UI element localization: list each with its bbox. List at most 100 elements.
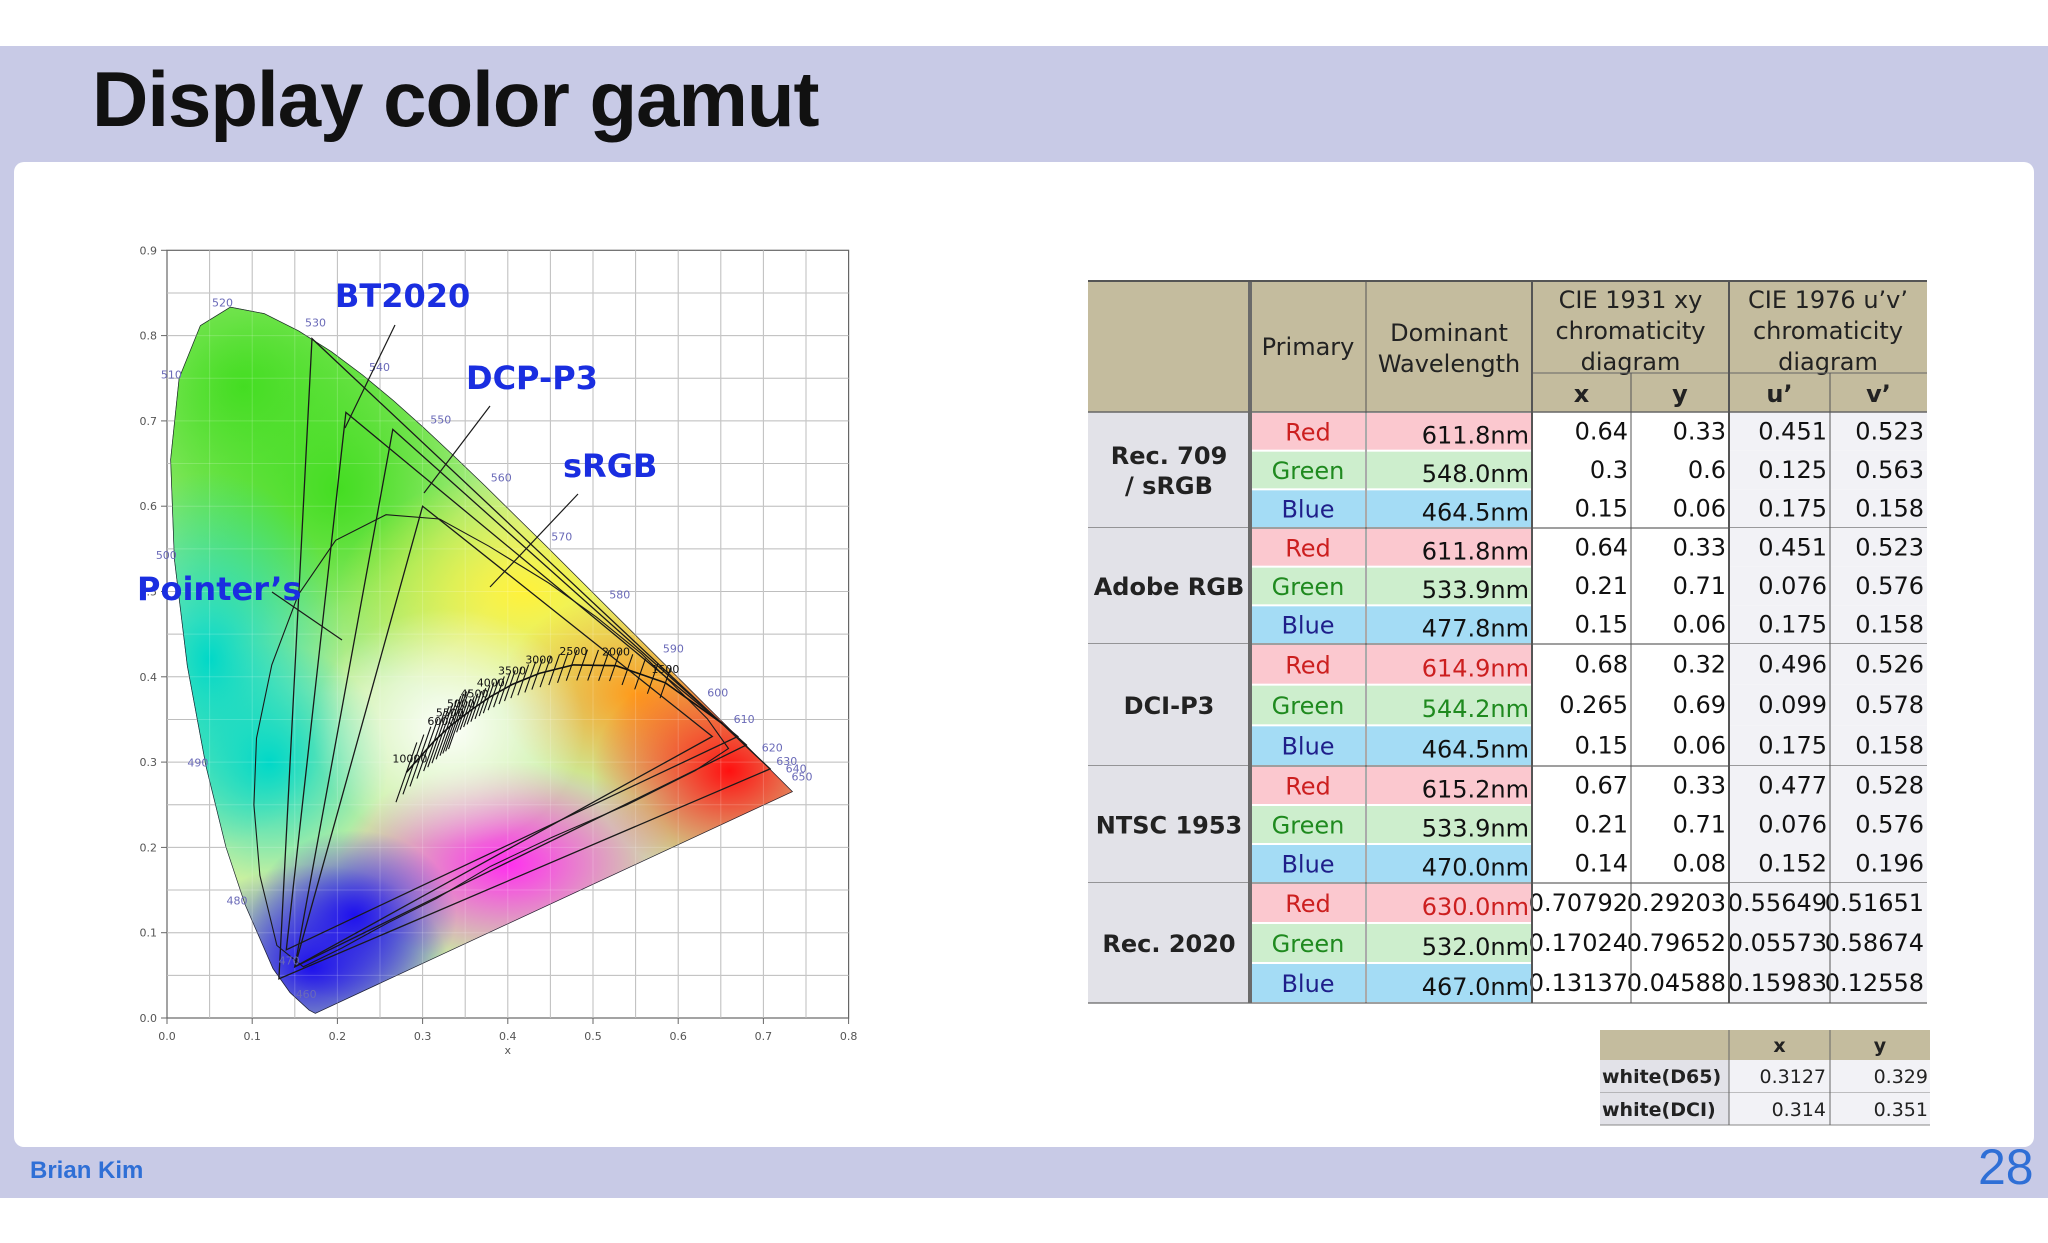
primary-label: Red	[1285, 534, 1331, 562]
cie-x: 0.70792	[1529, 889, 1628, 917]
cct-label: 3500	[498, 664, 526, 677]
cie-v: 0.576	[1855, 572, 1924, 600]
white-header-y: y	[1874, 1035, 1887, 1057]
cie-x: 0.17024	[1529, 929, 1628, 957]
y-tick-label: 0.8	[140, 330, 158, 343]
cct-label: 3000	[525, 653, 553, 666]
cie-y: 0.29203	[1627, 889, 1726, 917]
cie-v: 0.523	[1855, 417, 1924, 445]
x-tick-label: 0.4	[499, 1030, 517, 1043]
y-tick-label: 0.1	[140, 927, 158, 940]
header-cie1931: CIE 1931 xy	[1559, 286, 1703, 314]
cie-v: 0.526	[1855, 650, 1924, 678]
cie-v: 0.158	[1855, 495, 1924, 523]
cie-y: 0.06	[1673, 495, 1726, 523]
cie-u: 0.175	[1758, 495, 1827, 523]
cie-u: 0.451	[1758, 533, 1827, 561]
header-sub-x: x	[1574, 380, 1590, 408]
primary-label: Red	[1285, 773, 1331, 801]
primary-label: Green	[1272, 573, 1345, 601]
cie-v: 0.563	[1855, 456, 1924, 484]
x-tick-label: 0.0	[158, 1030, 176, 1043]
header-dominant: Wavelength	[1378, 350, 1520, 378]
dominant-wavelength: 533.9nm	[1422, 576, 1529, 604]
cie-y: 0.79652	[1627, 929, 1726, 957]
cie-u: 0.15983	[1728, 969, 1827, 997]
cie-y: 0.04588	[1627, 969, 1726, 997]
primary-label: Green	[1272, 457, 1345, 485]
cct-label: 4000	[477, 676, 505, 689]
cie-v: 0.58674	[1825, 929, 1924, 957]
wavelength-label: 590	[663, 642, 684, 655]
wavelength-label: 480	[227, 895, 248, 908]
white-point-x: 0.314	[1772, 1099, 1826, 1121]
y-tick-label: 0.0	[140, 1012, 158, 1025]
author-name: Brian Kim	[30, 1157, 144, 1184]
cie-u: 0.451	[1758, 417, 1827, 445]
cie-x: 0.64	[1575, 417, 1628, 445]
dominant-wavelength: 548.0nm	[1422, 460, 1529, 488]
x-tick-label: 0.2	[329, 1030, 347, 1043]
gamut-name-text: Rec. 709	[1111, 442, 1228, 470]
dominant-wavelength: 630.0nm	[1422, 893, 1529, 921]
cie-x: 0.21	[1575, 811, 1628, 839]
white-point-table: x y white(D65) 0.3127 0.329 white(DCI) 0.314 0.…	[1600, 1030, 1930, 1126]
cie-y: 0.08	[1673, 850, 1726, 878]
primary-label: Blue	[1281, 496, 1334, 524]
cie-x: 0.15	[1575, 495, 1628, 523]
cie-x: 0.14	[1575, 850, 1628, 878]
cct-label: 4500	[461, 688, 489, 701]
primary-label: Green	[1272, 812, 1345, 840]
y-tick-label: 0.4	[140, 671, 158, 684]
dominant-wavelength: 533.9nm	[1422, 815, 1529, 843]
dominant-wavelength: 532.0nm	[1422, 933, 1529, 961]
primary-label: Green	[1272, 930, 1345, 958]
gamut-name-text: Adobe RGB	[1094, 573, 1245, 601]
wavelength-label: 610	[734, 713, 755, 726]
header-sub-v: v’	[1866, 380, 1891, 408]
cie-x: 0.21	[1575, 572, 1628, 600]
y-tick-label: 0.2	[140, 841, 158, 854]
white-point-name: white(D65)	[1602, 1066, 1721, 1088]
header-dominant: Dominant	[1390, 319, 1508, 347]
x-tick-label: 0.8	[840, 1030, 858, 1043]
primary-label: Green	[1272, 692, 1345, 720]
cie-v: 0.576	[1855, 811, 1924, 839]
white-point-y: 0.351	[1874, 1099, 1928, 1121]
primary-label: Blue	[1281, 733, 1334, 761]
cie-y: 0.33	[1673, 772, 1726, 800]
x-tick-label: 0.7	[755, 1030, 773, 1043]
cie-y: 0.6	[1688, 456, 1726, 484]
x-tick-label: 0.1	[243, 1030, 261, 1043]
wavelength-label: 560	[491, 472, 512, 485]
cie-y: 0.33	[1673, 417, 1726, 445]
gamut-name-cell	[1088, 412, 1250, 528]
dominant-wavelength: 611.8nm	[1422, 421, 1529, 449]
white-point-y: 0.329	[1874, 1066, 1928, 1088]
primary-label: Red	[1285, 890, 1331, 918]
x-tick-label: 0.3	[414, 1030, 432, 1043]
x-axis-label: x	[505, 1044, 512, 1057]
cie-u: 0.05573	[1728, 929, 1827, 957]
x-tick-label: 0.6	[669, 1030, 687, 1043]
primary-divider	[1248, 282, 1252, 1003]
y-tick-label: 0.6	[140, 500, 158, 513]
cie-x: 0.67	[1575, 772, 1628, 800]
cie-u: 0.55649	[1728, 889, 1827, 917]
primary-label: Red	[1285, 651, 1331, 679]
header-sub-y: y	[1672, 380, 1688, 408]
wavelength-label: 600	[707, 687, 728, 700]
gamut-name-text: NTSC 1953	[1096, 812, 1243, 840]
y-tick-label: 0.9	[140, 244, 158, 257]
primary-label: Blue	[1281, 970, 1334, 998]
y-tick-label: 0.3	[140, 756, 158, 769]
header-cie1931: diagram	[1581, 348, 1681, 376]
wavelength-label: 620	[762, 741, 783, 754]
gamut-name-text: Rec. 2020	[1102, 930, 1235, 958]
header-cie1976: diagram	[1778, 348, 1878, 376]
wavelength-label: 580	[609, 589, 630, 602]
cct-label: 2000	[602, 646, 630, 659]
cie-v: 0.12558	[1825, 969, 1924, 997]
cie-x: 0.64	[1575, 533, 1628, 561]
white-header-x: x	[1773, 1035, 1785, 1057]
